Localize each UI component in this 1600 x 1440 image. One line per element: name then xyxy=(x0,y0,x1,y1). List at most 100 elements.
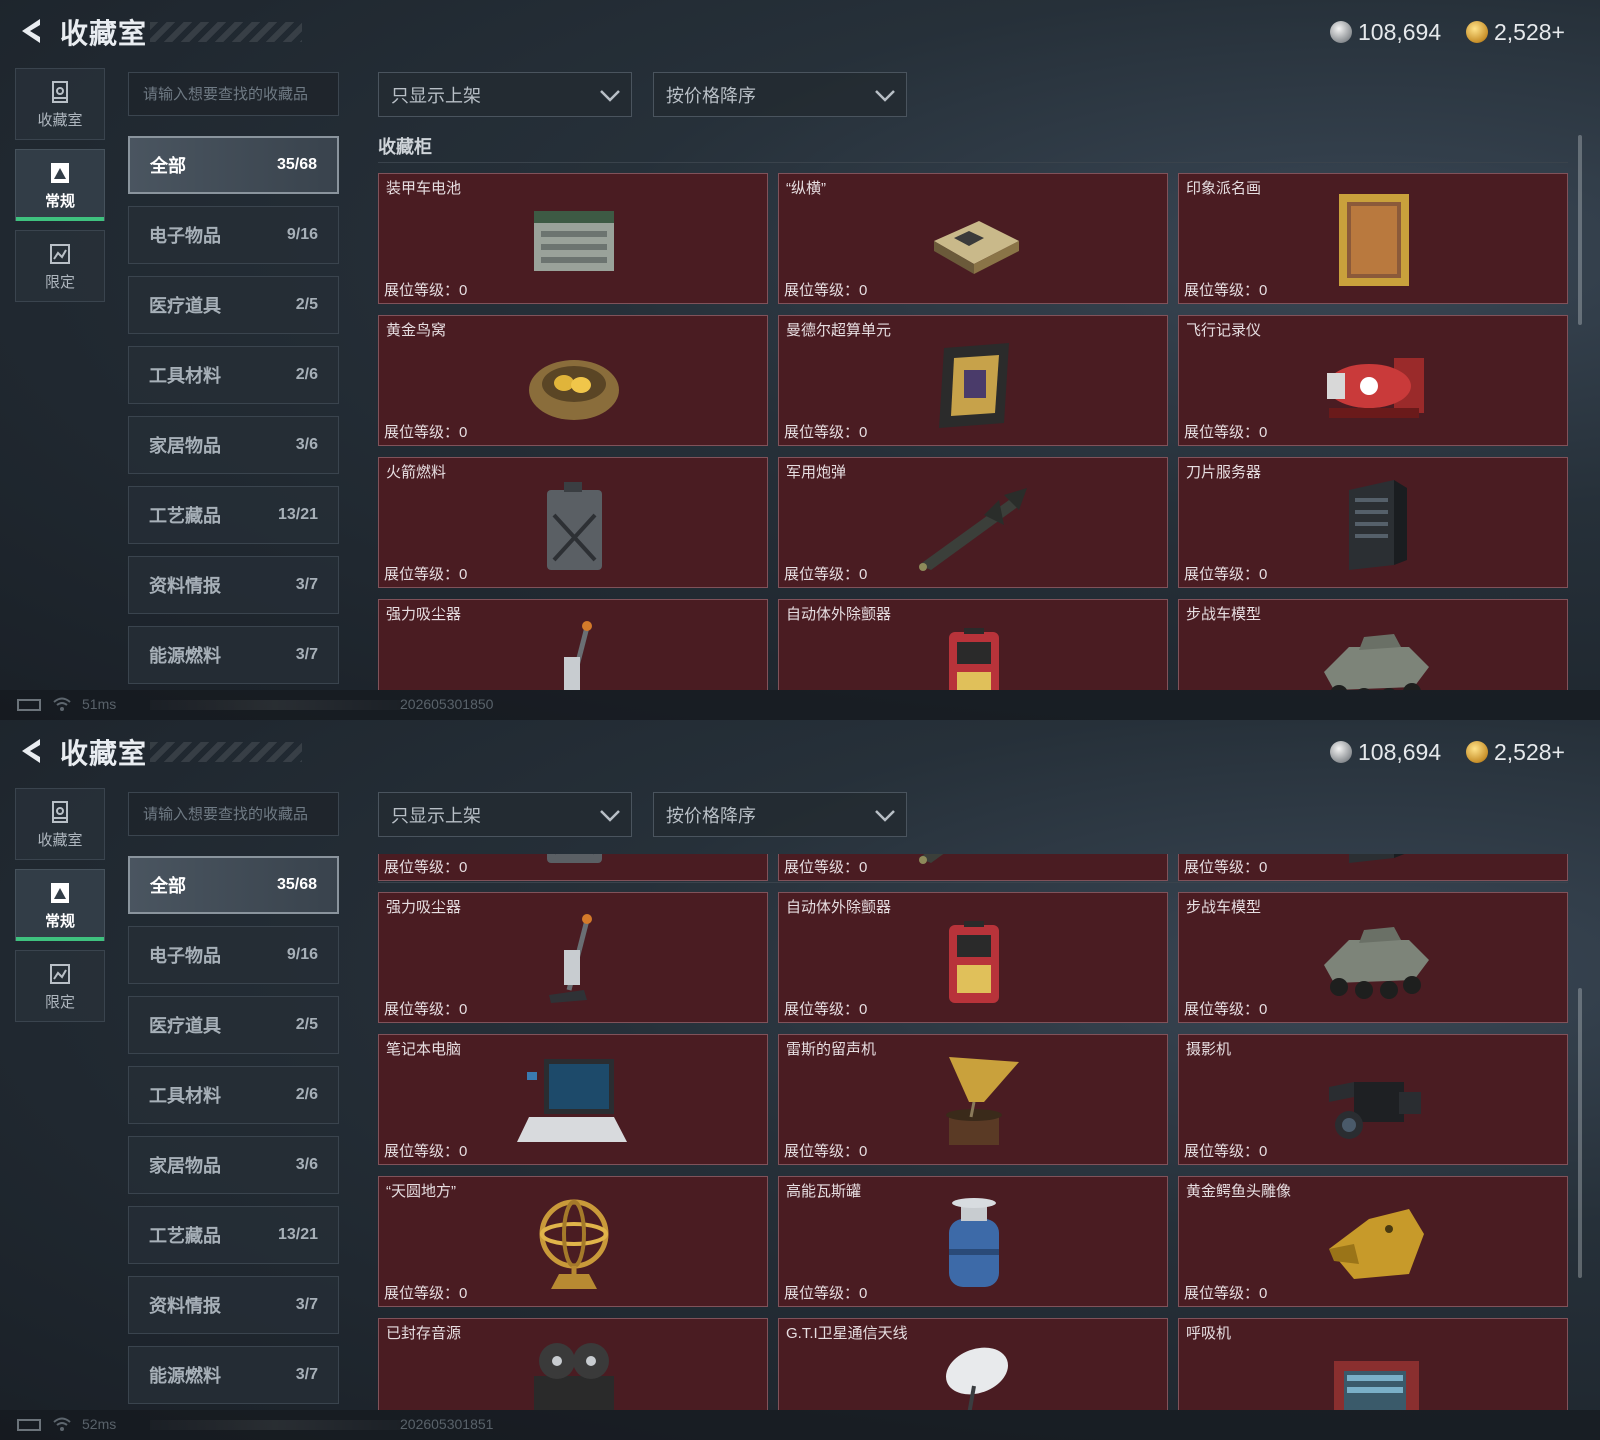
search-input[interactable] xyxy=(128,72,339,116)
grid-scrollbar[interactable] xyxy=(1578,988,1582,1278)
level-label: 展位等级： xyxy=(1184,424,1260,441)
collection-card[interactable]: 自动体外除颤器展位等级：0 xyxy=(778,892,1168,1023)
level-value: 0 xyxy=(459,859,468,876)
category-5[interactable]: 工艺藏品 13/21 xyxy=(128,1206,339,1264)
status-decoration xyxy=(150,1420,400,1430)
back-arrow-icon[interactable] xyxy=(14,734,48,768)
ping-value: 52ms xyxy=(82,1416,117,1432)
shelf-filter-dropdown[interactable]: 只显示上架 xyxy=(378,792,632,837)
rail-regular[interactable]: 常规 xyxy=(15,149,105,221)
category-label: 工具材料 xyxy=(149,366,221,386)
sort-value: 按价格降序 xyxy=(666,85,756,106)
build-number: 202605301851 xyxy=(400,1416,494,1432)
category-7[interactable]: 能源燃料 3/7 xyxy=(128,626,339,684)
item-level: 展位等级：0 xyxy=(1184,1282,1267,1303)
status-bar: 52ms 202605301851 xyxy=(0,1410,1600,1440)
category-2[interactable]: 医疗道具 2/5 xyxy=(128,996,339,1054)
collection-card[interactable]: 黄金鸟窝 展位等级：0 xyxy=(378,315,768,446)
collection-card[interactable]: 军用炮弹展位等级：0 xyxy=(778,457,1168,588)
level-value: 0 xyxy=(859,859,868,876)
level-value: 0 xyxy=(859,282,868,299)
collection-card[interactable]: 自动体外除颤器展位等级：0 xyxy=(778,599,1168,690)
collection-card[interactable]: 刀片服务器展位等级：0 xyxy=(1178,457,1568,588)
rail-collection-room[interactable]: 收藏室 xyxy=(15,68,105,140)
category-3[interactable]: 工具材料 2/6 xyxy=(128,1066,339,1124)
category-4[interactable]: 家居物品 3/6 xyxy=(128,1136,339,1194)
gold-currency[interactable]: 2,528+ xyxy=(1466,734,1565,770)
shelf-filter-dropdown[interactable]: 只显示上架 xyxy=(378,72,632,117)
section-title: 收藏柜 xyxy=(378,137,432,157)
collection-card[interactable]: 黄金鳄鱼头雕像展位等级：0 xyxy=(1178,1176,1568,1307)
category-count: 13/21 xyxy=(277,506,318,523)
collection-card[interactable]: 火箭燃料展位等级：0 xyxy=(378,457,768,588)
collection-card[interactable]: 步战车模型展位等级：0 xyxy=(1178,892,1568,1023)
level-value: 0 xyxy=(1259,424,1268,441)
collection-card[interactable]: “纵横” 展位等级：0 xyxy=(778,173,1168,304)
category-5[interactable]: 工艺藏品 13/21 xyxy=(128,486,339,544)
collection-card[interactable]: 刀片服务器展位等级：0 xyxy=(1178,854,1568,881)
silver-coin-icon xyxy=(1330,741,1352,763)
collection-card[interactable]: G.T.I卫星通信天线展位等级：0 xyxy=(778,1318,1168,1410)
sort-dropdown[interactable]: 按价格降序 xyxy=(653,792,907,837)
server-icon xyxy=(1349,854,1405,863)
search-input[interactable] xyxy=(128,792,339,836)
collection-card[interactable]: 雷斯的留声机 展位等级：0 xyxy=(778,1034,1168,1165)
collection-card[interactable]: 笔记本电脑 展位等级：0 xyxy=(378,1034,768,1165)
collection-card[interactable]: 强力吸尘器展位等级：0 xyxy=(378,892,768,1023)
category-0[interactable]: 全部 35/68 xyxy=(128,136,339,194)
level-label: 展位等级： xyxy=(384,566,460,583)
level-value: 0 xyxy=(459,1143,468,1160)
rail-collection-room[interactable]: 收藏室 xyxy=(15,788,105,860)
category-1[interactable]: 电子物品 9/16 xyxy=(128,926,339,984)
level-label: 展位等级： xyxy=(784,1001,860,1018)
collection-card[interactable]: 强力吸尘器展位等级：0 xyxy=(378,599,768,690)
item-name: 摄影机 xyxy=(1186,1041,1232,1058)
category-7[interactable]: 能源燃料 3/7 xyxy=(128,1346,339,1404)
category-label: 工艺藏品 xyxy=(149,506,221,526)
gold-coin-icon xyxy=(1466,21,1488,43)
category-2[interactable]: 医疗道具 2/5 xyxy=(128,276,339,334)
category-4[interactable]: 家居物品 3/6 xyxy=(128,416,339,474)
item-level: 展位等级：0 xyxy=(384,1140,467,1161)
category-0[interactable]: 全部 35/68 xyxy=(128,856,339,914)
collection-card[interactable]: 飞行记录仪展位等级：0 xyxy=(1178,315,1568,446)
category-3[interactable]: 工具材料 2/6 xyxy=(128,346,339,404)
category-label: 能源燃料 xyxy=(149,1366,221,1386)
collection-card[interactable]: 呼吸机展位等级：0 xyxy=(1178,1318,1568,1410)
rail-label: 收藏室 xyxy=(37,831,83,849)
gold-currency[interactable]: 2,528+ xyxy=(1466,14,1565,50)
item-name: 黄金鳄鱼头雕像 xyxy=(1186,1183,1292,1200)
collection-card[interactable]: 火箭燃料展位等级：0 xyxy=(378,854,768,881)
collection-grid[interactable]: 装甲车电池 展位等级：0 “纵横” 展位等级：0 印象派名画 展位等级：0 黄金鸟窝 展位等级… xyxy=(378,173,1572,690)
collection-card[interactable]: 印象派名画 展位等级：0 xyxy=(1178,173,1568,304)
collection-card[interactable]: 步战车模型展位等级：0 xyxy=(1178,599,1568,690)
item-name: 飞行记录仪 xyxy=(1186,322,1262,339)
category-count: 9/16 xyxy=(286,946,318,963)
category-count: 13/21 xyxy=(277,1226,318,1243)
collection-card[interactable]: 曼德尔超算单元 展位等级：0 xyxy=(778,315,1168,446)
level-label: 展位等级： xyxy=(384,282,460,299)
collection-card[interactable]: 高能瓦斯罐 展位等级：0 xyxy=(778,1176,1168,1307)
rail-regular[interactable]: 常规 xyxy=(15,869,105,941)
defibrillator-icon xyxy=(949,628,999,690)
collection-card[interactable]: 装甲车电池 展位等级：0 xyxy=(378,173,768,304)
item-name: 印象派名画 xyxy=(1186,180,1262,197)
category-6[interactable]: 资料情报 3/7 xyxy=(128,1276,339,1334)
grid-scrollbar[interactable] xyxy=(1578,135,1582,325)
rail-limited[interactable]: 限定 xyxy=(15,230,105,302)
sort-dropdown[interactable]: 按价格降序 xyxy=(653,72,907,117)
collection-card[interactable]: 军用炮弹展位等级：0 xyxy=(778,854,1168,881)
category-label: 医疗道具 xyxy=(149,1016,221,1036)
wifi-icon xyxy=(53,1417,71,1431)
collection-card[interactable]: “天圆地方” 展位等级：0 xyxy=(378,1176,768,1307)
collection-card[interactable]: 已封存音源展位等级：0 xyxy=(378,1318,768,1410)
back-arrow-icon[interactable] xyxy=(14,14,48,48)
armored-battery-icon xyxy=(534,211,614,271)
collection-card[interactable]: 摄影机 展位等级：0 xyxy=(1178,1034,1568,1165)
item-level: 展位等级：0 xyxy=(384,1282,467,1303)
rail-limited[interactable]: 限定 xyxy=(15,950,105,1022)
category-6[interactable]: 资料情报 3/7 xyxy=(128,556,339,614)
item-level: 展位等级：0 xyxy=(384,998,467,1019)
category-1[interactable]: 电子物品 9/16 xyxy=(128,206,339,264)
collection-grid[interactable]: 火箭燃料展位等级：0 军用炮弹展位等级：0 刀片服务器展位等级：0 强力吸尘器展位等级… xyxy=(378,854,1572,1410)
